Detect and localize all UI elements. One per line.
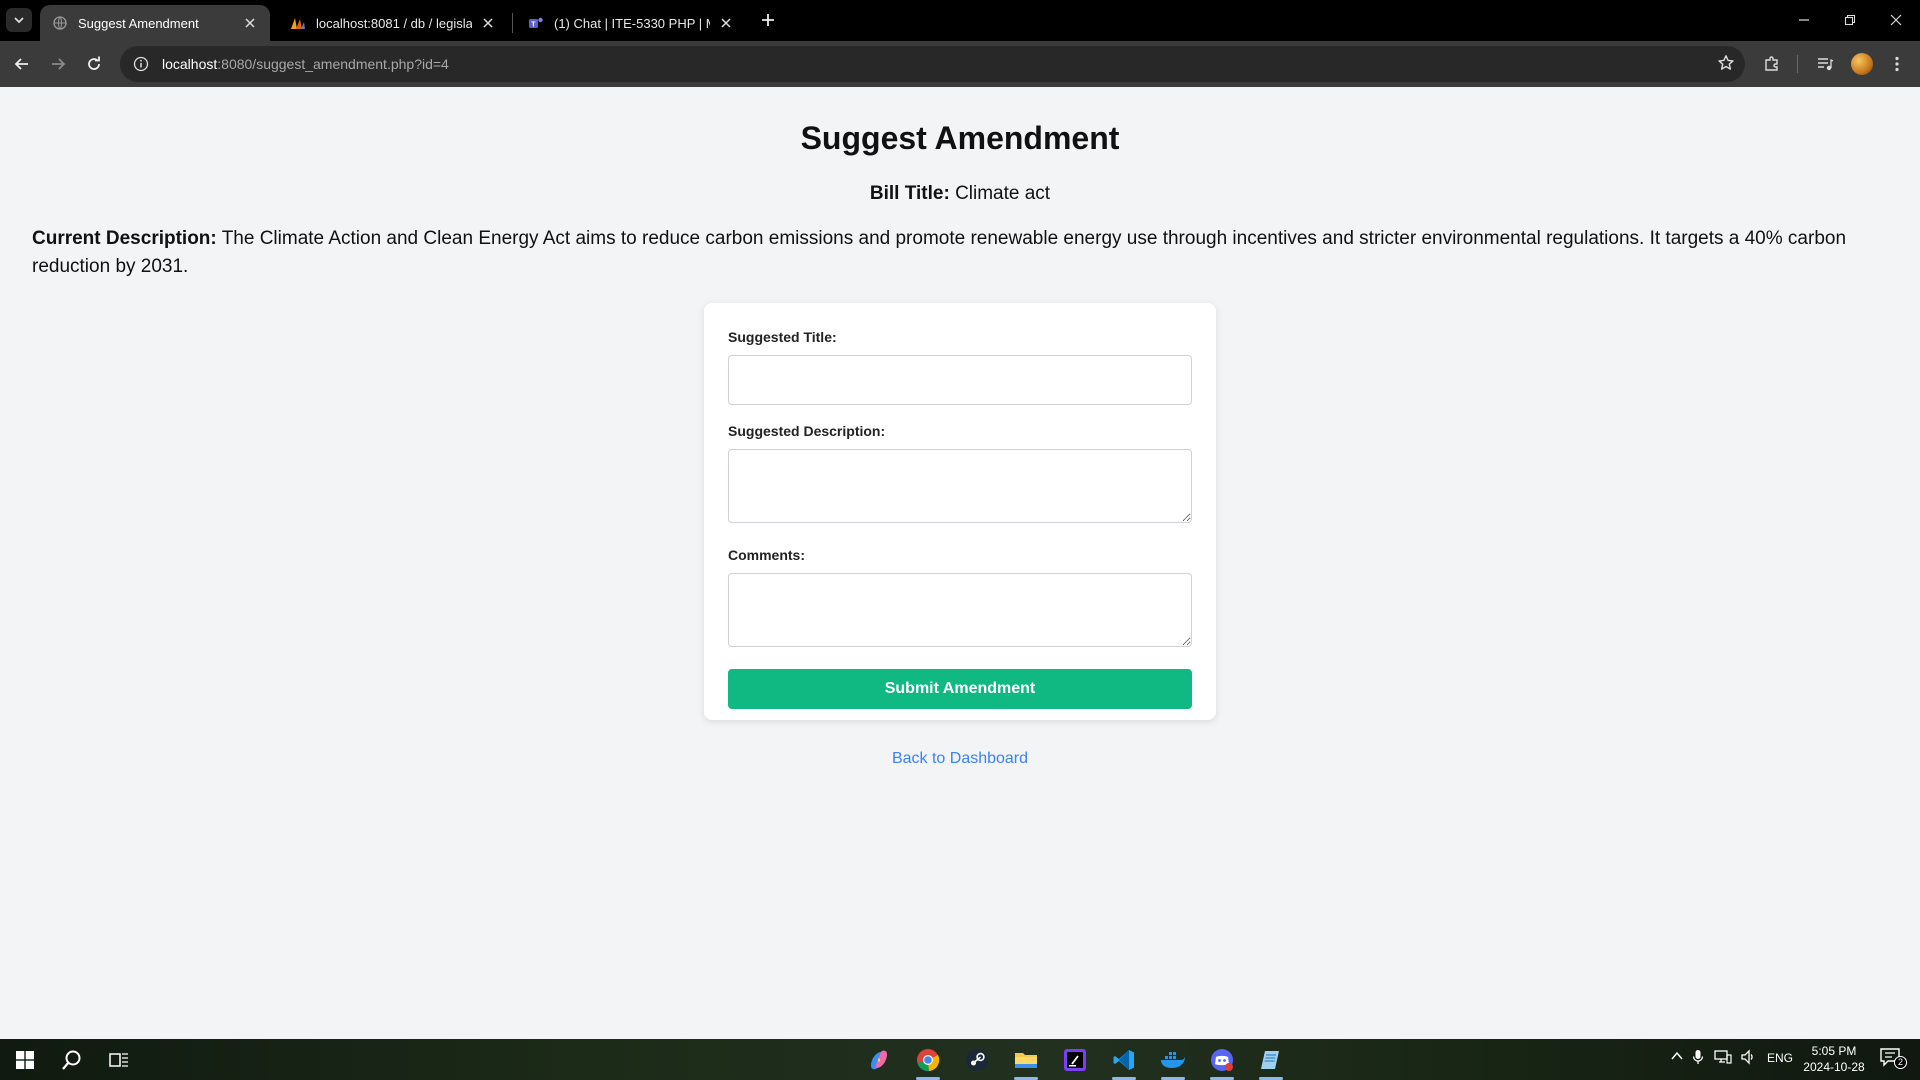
amendment-form: Suggested Title: Suggested Description: … xyxy=(704,303,1216,720)
tab-suggest-amendment[interactable]: Suggest Amendment xyxy=(40,5,270,41)
steam-icon xyxy=(966,1049,988,1071)
restore-icon xyxy=(1844,14,1856,26)
search-button[interactable] xyxy=(57,1045,87,1075)
close-window-button[interactable] xyxy=(1880,8,1912,32)
suggested-title-label: Suggested Title: xyxy=(728,329,837,345)
tab-phpmyadmin[interactable]: localhost:8081 / db / legislation xyxy=(278,5,508,41)
taskbar-notepad[interactable] xyxy=(1256,1045,1286,1080)
back-to-dashboard-link[interactable]: Back to Dashboard xyxy=(0,750,1920,768)
taskbar-vscode[interactable] xyxy=(1109,1045,1139,1080)
close-icon[interactable] xyxy=(480,15,496,31)
browser-toolbar: localhost:8080/suggest_amendment.php?id=… xyxy=(0,41,1920,87)
tab-separator xyxy=(512,13,513,33)
arrow-left-icon xyxy=(14,58,28,70)
task-view-icon xyxy=(109,1053,128,1067)
language-indicator[interactable]: ENG xyxy=(1767,1051,1793,1065)
chevron-up-icon xyxy=(1671,1051,1683,1060)
close-icon xyxy=(1890,14,1902,26)
search-icon xyxy=(62,1050,81,1070)
vscode-icon xyxy=(1113,1050,1134,1070)
tab-title: (1) Chat | ITE-5330 PHP | Micro xyxy=(554,15,710,31)
windows-logo-icon xyxy=(16,1051,34,1069)
taskbar-phpstorm[interactable] xyxy=(1060,1045,1090,1075)
tab-search-button[interactable] xyxy=(6,8,32,32)
new-tab-button[interactable] xyxy=(758,10,778,30)
bill-title-value: Climate act xyxy=(955,183,1051,204)
docker-icon xyxy=(1161,1052,1185,1068)
phpmyadmin-icon xyxy=(290,15,306,31)
url-host: localhost xyxy=(162,56,218,72)
suggested-description-textarea[interactable] xyxy=(728,449,1192,523)
bill-title-label: Bill Title: xyxy=(869,183,950,204)
taskbar-discord[interactable] xyxy=(1207,1045,1237,1080)
bill-title: Bill Title: Climate act xyxy=(0,183,1920,205)
browser-tab-bar: Suggest Amendment localhost:8081 / db / … xyxy=(0,0,1920,41)
taskbar-file-explorer[interactable] xyxy=(1011,1045,1041,1080)
microphone-icon[interactable] xyxy=(1692,1049,1704,1068)
toolbar-separator xyxy=(1797,55,1798,73)
tab-teams-chat[interactable]: T (1) Chat | ITE-5330 PHP | Micro xyxy=(516,5,746,41)
tab-title: localhost:8081 / db / legislation xyxy=(316,15,472,31)
close-icon[interactable] xyxy=(718,15,734,31)
current-description-label: Current Description: xyxy=(32,228,217,249)
current-description-value: The Climate Action and Clean Energy Act … xyxy=(32,228,1847,277)
plus-icon xyxy=(762,14,774,26)
phpstorm-icon xyxy=(1064,1049,1086,1071)
volume-icon[interactable] xyxy=(1740,1049,1756,1068)
windows-taskbar: ENG 5:05 PM 2024-10-28 2 xyxy=(0,1039,1920,1080)
notepad-icon xyxy=(1261,1051,1279,1069)
tab-title: Suggest Amendment xyxy=(78,15,199,31)
notification-count-badge: 2 xyxy=(1894,1056,1908,1069)
clock-time: 5:05 PM xyxy=(1811,1044,1857,1058)
address-bar[interactable]: localhost:8080/suggest_amendment.php?id=… xyxy=(120,46,1745,82)
page-content: Suggest Amendment Bill Title: Climate ac… xyxy=(0,87,1920,1039)
start-button[interactable] xyxy=(10,1045,40,1075)
clock-date: 2024-10-28 xyxy=(1803,1060,1865,1074)
suggested-title-input[interactable] xyxy=(728,355,1192,405)
suggested-description-label: Suggested Description: xyxy=(728,423,886,439)
comments-textarea[interactable] xyxy=(728,573,1192,647)
more-menu-icon[interactable] xyxy=(1886,53,1908,75)
globe-icon xyxy=(52,15,68,31)
copilot-icon xyxy=(871,1050,887,1070)
chrome-icon xyxy=(917,1049,940,1072)
arrow-right-icon xyxy=(52,58,66,70)
url-path: :8080/suggest_amendment.php?id=4 xyxy=(217,56,449,72)
forward-button[interactable] xyxy=(44,50,72,78)
reload-button[interactable] xyxy=(80,50,108,78)
taskbar-docker[interactable] xyxy=(1158,1045,1188,1080)
svg-text:T: T xyxy=(531,22,536,29)
network-icon[interactable] xyxy=(1714,1049,1732,1068)
site-info-icon[interactable] xyxy=(126,49,156,79)
close-icon[interactable] xyxy=(242,15,258,31)
discord-icon xyxy=(1211,1049,1233,1071)
restore-button[interactable] xyxy=(1834,8,1866,32)
minimize-icon xyxy=(1799,19,1809,21)
show-hidden-icons-button[interactable] xyxy=(1670,1049,1684,1066)
comments-label: Comments: xyxy=(728,547,806,563)
submit-amendment-button[interactable]: Submit Amendment xyxy=(728,669,1192,709)
chevron-down-icon xyxy=(14,17,24,24)
system-clock[interactable]: 5:05 PM 2024-10-28 xyxy=(1794,1043,1874,1075)
taskbar-copilot[interactable] xyxy=(864,1045,894,1075)
reload-icon xyxy=(88,56,100,70)
notifications-button[interactable]: 2 xyxy=(1880,1047,1908,1072)
task-view-button[interactable] xyxy=(104,1045,134,1075)
current-description: Current Description: The Climate Action … xyxy=(32,225,1892,281)
folder-icon xyxy=(1015,1053,1037,1068)
bookmark-star-icon[interactable] xyxy=(1717,54,1735,77)
back-button[interactable] xyxy=(8,50,36,78)
profile-avatar[interactable] xyxy=(1851,53,1873,75)
minimize-button[interactable] xyxy=(1788,8,1820,32)
teams-icon: T xyxy=(528,15,544,31)
taskbar-chrome[interactable] xyxy=(913,1045,943,1080)
taskbar-steam[interactable] xyxy=(962,1045,992,1075)
url-text: localhost:8080/suggest_amendment.php?id=… xyxy=(162,56,449,72)
extensions-icon[interactable] xyxy=(1761,53,1783,75)
media-control-icon[interactable] xyxy=(1814,53,1836,75)
page-title: Suggest Amendment xyxy=(800,120,1120,156)
